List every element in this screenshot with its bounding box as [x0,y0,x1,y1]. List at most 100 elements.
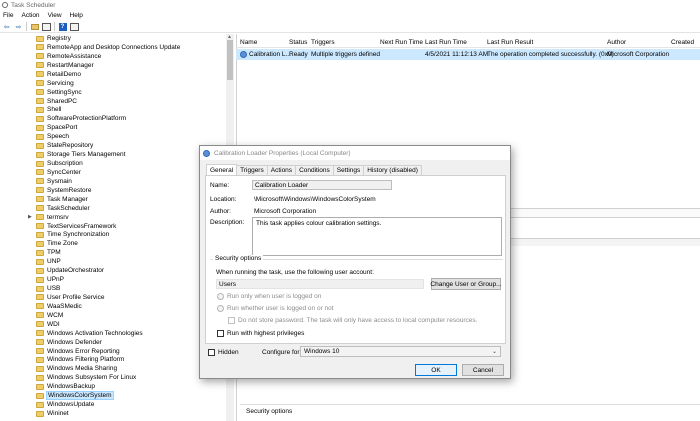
tree-item[interactable]: Subscription [0,159,226,168]
tree-item[interactable]: Task Manager [0,195,226,204]
tree-item[interactable]: RemoteAssistance [0,52,226,61]
menu-view[interactable]: View [48,12,62,19]
tree-item[interactable]: Windows Error Reporting [0,347,226,356]
folder-icon [36,196,44,203]
configure-for-label: Configure for: [262,349,302,356]
tree-item[interactable]: SharedPC [0,97,226,106]
help-icon[interactable]: ? [58,22,67,31]
tree-item[interactable]: UPnP [0,275,226,284]
tree-item[interactable]: StateRepository [0,141,226,150]
tree-item[interactable]: Windows Media Sharing [0,364,226,373]
tree-item[interactable]: Wininet [0,409,226,418]
menu-file[interactable]: File [3,12,13,19]
tree-item[interactable]: WDI [0,320,226,329]
column-status[interactable]: Status [289,39,307,46]
toolbar-separator [26,22,27,31]
tree-item-label: UNP [47,258,61,266]
tree-item[interactable]: USB [0,284,226,293]
tree-item[interactable]: ▶ termsrv [0,213,226,222]
dialog-title: Calibration Loader Properties (Local Com… [214,149,351,157]
column-created[interactable]: Created [671,39,694,46]
tree-item[interactable]: Sysmain [0,177,226,186]
column-author[interactable]: Author [607,39,626,46]
dialog-title-bar[interactable]: Calibration Loader Properties (Local Com… [200,146,510,160]
tree-item[interactable]: Storage Tiers Management [0,150,226,159]
tree-item[interactable]: Shell [0,105,226,114]
column-triggers[interactable]: Triggers [311,39,335,46]
tree-item-label: WindowsBackup [47,383,96,391]
folder-icon [36,294,44,301]
tree-item[interactable]: Windows Activation Technologies [0,329,226,338]
tree-item-label: WindowsColorSystem [46,391,114,401]
tree-item[interactable]: Registry [0,34,226,43]
column-name[interactable]: Name [240,39,257,46]
change-user-button[interactable]: Change User or Group... [430,278,502,290]
column-last-run-time[interactable]: Last Run Time [425,39,467,46]
column-next-run-time[interactable]: Next Run Time [380,39,423,46]
run-logged-on-radio[interactable] [217,293,224,300]
tree-item-label: Servicing [47,79,74,87]
tree-item[interactable]: WaaSMedic [0,302,226,311]
highest-privileges-checkbox[interactable] [217,330,224,337]
tree-item[interactable]: User Profile Service [0,293,226,302]
tree-item[interactable]: SpacePort [0,123,226,132]
column-last-run-result[interactable]: Last Run Result [487,39,533,46]
tree-item[interactable]: Windows Defender [0,338,226,347]
menu-action[interactable]: Action [21,12,39,19]
folder-icon [36,356,44,363]
expand-chevron-icon[interactable]: ▶ [28,214,32,220]
forward-arrow-icon[interactable]: ⇨ [14,22,23,31]
run-whether-radio[interactable] [217,305,224,312]
no-store-password-checkbox[interactable] [228,317,235,324]
hidden-checkbox[interactable] [208,349,215,356]
tab-settings[interactable]: Settings [332,165,365,175]
folder-icon[interactable] [30,22,39,31]
tree-item[interactable]: Servicing [0,79,226,88]
show-hide-console-tree-icon[interactable] [42,22,51,31]
tree-item[interactable]: Time Synchronization [0,230,226,239]
tree-item[interactable]: SystemRestore [0,186,226,195]
tree-item[interactable]: RemoteApp and Desktop Connections Update [0,43,226,52]
menu-help[interactable]: Help [70,12,83,19]
details-pane-splitter[interactable] [510,208,700,218]
table-row[interactable]: Calibration L... Ready Multiple triggers… [236,49,700,60]
tree-item[interactable]: Windows Subsystem For Linux [0,373,226,382]
tree-item[interactable]: SettingSync [0,88,226,97]
tree-item[interactable]: WCM [0,311,226,320]
tree-item[interactable]: WindowsColorSystem [0,391,226,401]
scroll-thumb[interactable] [227,40,233,80]
tree-item[interactable]: TPM [0,248,226,257]
tree-item[interactable]: UpdateOrchestrator [0,266,226,275]
folder-icon [36,401,44,408]
tree-item[interactable]: RetailDemo [0,70,226,79]
tree-item[interactable]: TaskScheduler [0,204,226,213]
name-field[interactable]: Calibration Loader [252,180,392,190]
tree-item[interactable]: SoftwareProtectionPlatform [0,114,226,123]
chevron-down-icon: ⌄ [491,349,497,355]
tree-item[interactable]: WindowsBackup [0,382,226,391]
tab-general[interactable]: General [206,164,238,175]
tab-history[interactable]: History (disabled) [363,165,422,175]
description-field[interactable]: This task applies colour calibration set… [252,217,502,256]
tree-item[interactable]: UNP [0,257,226,266]
description-label: Description: [210,219,245,226]
ok-button[interactable]: OK [415,364,457,376]
properties-pane-icon[interactable] [70,22,79,31]
tree-item[interactable]: Time Zone [0,239,226,248]
folder-icon [36,223,44,230]
tree-item[interactable]: Windows Filtering Platform [0,355,226,364]
tab-conditions[interactable]: Conditions [295,165,334,175]
cancel-button[interactable]: Cancel [462,364,504,376]
back-arrow-icon[interactable]: ⇦ [2,22,11,31]
tree-item[interactable]: Speech [0,132,226,141]
tree-item-label: Time Zone [47,240,78,248]
tree-item[interactable]: SyncCenter [0,168,226,177]
tree-item-label: Task Manager [47,195,88,203]
tree-item[interactable]: WindowsUpdate [0,400,226,409]
tab-actions[interactable]: Actions [266,165,297,175]
tree-item[interactable]: RestartManager [0,61,226,70]
tree-item[interactable]: TextServicesFramework [0,222,226,231]
configure-for-select[interactable]: Windows 10 ⌄ [300,346,501,357]
tree-item-label: Registry [47,35,71,42]
tab-triggers[interactable]: Triggers [236,165,268,175]
